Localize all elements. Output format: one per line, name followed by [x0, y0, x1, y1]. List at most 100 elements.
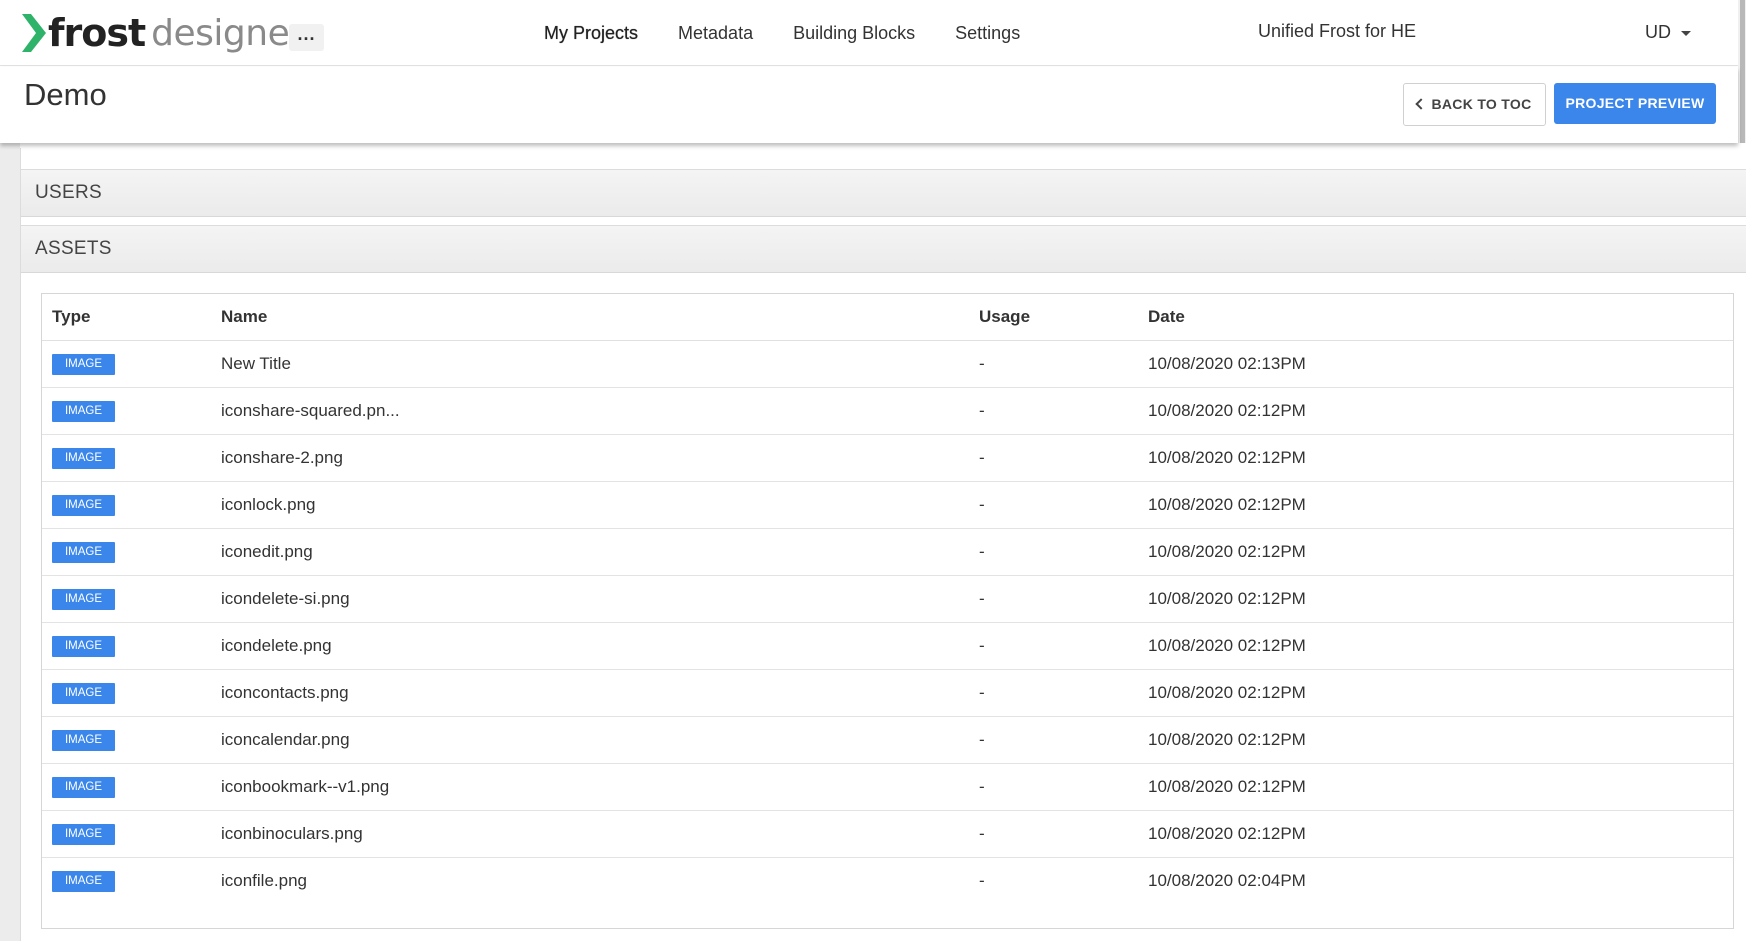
- asset-name[interactable]: icondelete-si.png: [211, 575, 969, 623]
- back-to-toc-button[interactable]: BACK TO TOC: [1403, 83, 1546, 126]
- type-badge: IMAGE: [52, 542, 115, 563]
- type-badge: IMAGE: [52, 589, 115, 610]
- logo-text-designer: designer: [151, 12, 304, 54]
- asset-name[interactable]: iconedit.png: [211, 528, 969, 576]
- type-cell: IMAGE: [42, 763, 211, 811]
- asset-date: 10/08/2020 02:12PM: [1138, 810, 1733, 858]
- col-header-usage[interactable]: Usage: [969, 294, 1138, 341]
- type-cell: IMAGE: [42, 434, 211, 482]
- asset-usage: -: [979, 870, 985, 890]
- logo-chevron-icon: [22, 14, 46, 52]
- main-nav: My Projects Metadata Building Blocks Set…: [544, 20, 1060, 46]
- asset-usage: -: [969, 481, 1138, 529]
- user-initials: UD: [1645, 22, 1671, 42]
- page-header: Demo BACK TO TOC PROJECT PREVIEW: [0, 67, 1738, 143]
- nav-metadata[interactable]: Metadata: [678, 20, 753, 46]
- table-row[interactable]: IMAGE iconedit.png -10/08/2020 02:12PM: [42, 528, 1733, 576]
- table-row[interactable]: IMAGE iconlock.png -10/08/2020 02:12PM: [42, 481, 1733, 529]
- asset-name[interactable]: iconlock.png: [211, 481, 969, 529]
- asset-name[interactable]: icondelete.png: [211, 622, 969, 670]
- nav-building-blocks[interactable]: Building Blocks: [793, 20, 915, 46]
- type-cell: IMAGE: [42, 622, 211, 670]
- asset-date: 10/08/2020 02:12PM: [1138, 387, 1733, 435]
- asset-date: 10/08/2020 02:12PM: [1138, 716, 1733, 764]
- more-menu-button[interactable]: ...: [289, 24, 324, 51]
- type-cell: IMAGE: [42, 575, 211, 623]
- frost-designer-logo[interactable]: frost designer: [22, 6, 304, 60]
- table-row[interactable]: IMAGE iconshare-squared.pn... -10/08/2020 …: [42, 387, 1733, 435]
- type-cell: IMAGE: [42, 857, 211, 904]
- type-badge: IMAGE: [52, 871, 115, 893]
- asset-name[interactable]: iconcalendar.png: [211, 716, 969, 764]
- type-badge: IMAGE: [52, 636, 115, 657]
- asset-date: 10/08/2020 02:04PM: [1148, 870, 1306, 890]
- col-header-type[interactable]: Type: [42, 294, 211, 341]
- asset-name[interactable]: iconbookmark--v1.png: [211, 763, 969, 811]
- left-gutter: [0, 143, 20, 941]
- top-navbar: frost designer ... My Projects Metadata …: [0, 0, 1738, 66]
- asset-usage: -: [969, 434, 1138, 482]
- table-header-row: Type Name Usage Date: [42, 294, 1733, 341]
- assets-section-title: ASSETS: [35, 238, 112, 259]
- asset-usage: -: [969, 669, 1138, 717]
- type-cell: IMAGE: [42, 528, 211, 576]
- organization-name[interactable]: Unified Frost for HE: [1258, 18, 1416, 44]
- assets-table: Type Name Usage Date IMAGE New Title -10/0…: [42, 294, 1733, 904]
- project-preview-button[interactable]: PROJECT PREVIEW: [1554, 83, 1716, 124]
- asset-usage: -: [969, 810, 1138, 858]
- asset-usage: -: [969, 387, 1138, 435]
- table-row[interactable]: IMAGE New Title -10/08/2020 02:13PM: [42, 340, 1733, 388]
- type-cell: IMAGE: [42, 387, 211, 435]
- asset-name[interactable]: iconcontacts.png: [211, 669, 969, 717]
- type-cell: IMAGE: [42, 481, 211, 529]
- asset-usage: -: [969, 575, 1138, 623]
- type-badge: IMAGE: [52, 495, 115, 516]
- asset-usage: -: [969, 528, 1138, 576]
- scrollbar-thumb[interactable]: [1740, 0, 1745, 143]
- type-badge: IMAGE: [52, 730, 115, 751]
- asset-name[interactable]: iconfile.png: [211, 857, 969, 904]
- users-section-title: USERS: [35, 182, 102, 203]
- page-title: Demo: [24, 77, 107, 112]
- nav-settings[interactable]: Settings: [955, 20, 1020, 46]
- nav-my-projects[interactable]: My Projects: [544, 20, 638, 46]
- assets-section-header[interactable]: ASSETS: [21, 225, 1746, 273]
- table-row[interactable]: IMAGE iconcalendar.png -10/08/2020 02:12PM: [42, 716, 1733, 764]
- users-section-header[interactable]: USERS: [21, 169, 1746, 217]
- type-cell: IMAGE: [42, 810, 211, 858]
- table-row[interactable]: IMAGE icondelete-si.png -10/08/2020 02:12P…: [42, 575, 1733, 623]
- asset-date: 10/08/2020 02:12PM: [1138, 528, 1733, 576]
- back-to-toc-label: BACK TO TOC: [1431, 96, 1532, 112]
- asset-date: 10/08/2020 02:12PM: [1138, 763, 1733, 811]
- asset-name[interactable]: iconshare-squared.pn...: [211, 387, 969, 435]
- chevron-left-icon: [1415, 98, 1428, 110]
- asset-name[interactable]: iconshare-2.png: [211, 434, 969, 482]
- table-row[interactable]: IMAGE icondelete.png -10/08/2020 02:12PM: [42, 622, 1733, 670]
- col-header-date[interactable]: Date: [1138, 294, 1733, 341]
- type-badge: IMAGE: [52, 401, 115, 422]
- type-badge: IMAGE: [52, 777, 115, 798]
- asset-name[interactable]: iconbinoculars.png: [211, 810, 969, 858]
- assets-table-container: Type Name Usage Date IMAGE New Title -10/0…: [41, 293, 1734, 929]
- col-header-name[interactable]: Name: [211, 294, 969, 341]
- asset-date: 10/08/2020 02:12PM: [1138, 434, 1733, 482]
- main-panel: USERS ASSETS Type Name Usage Date IMAGE N…: [20, 148, 1746, 941]
- asset-date: 10/08/2020 02:12PM: [1138, 481, 1733, 529]
- asset-date: 10/08/2020 02:12PM: [1138, 575, 1733, 623]
- asset-usage: -: [969, 716, 1138, 764]
- type-badge: IMAGE: [52, 683, 115, 704]
- user-menu[interactable]: UD: [1645, 19, 1691, 45]
- caret-down-icon: [1681, 30, 1691, 36]
- type-cell: IMAGE: [42, 716, 211, 764]
- type-cell: IMAGE: [42, 340, 211, 388]
- asset-usage: -: [969, 622, 1138, 670]
- type-badge: IMAGE: [52, 824, 115, 845]
- table-row[interactable]: IMAGE iconfile.png - 10/08/2020 02:04PM: [42, 857, 1733, 904]
- table-row[interactable]: IMAGE iconbookmark--v1.png -10/08/2020 02:…: [42, 763, 1733, 811]
- type-cell: IMAGE: [42, 669, 211, 717]
- logo-text-frost: frost: [48, 11, 146, 55]
- table-row[interactable]: IMAGE iconbinoculars.png -10/08/2020 02:12…: [42, 810, 1733, 858]
- asset-name[interactable]: New Title: [211, 340, 969, 388]
- table-row[interactable]: IMAGE iconshare-2.png -10/08/2020 02:12PM: [42, 434, 1733, 482]
- table-row[interactable]: IMAGE iconcontacts.png -10/08/2020 02:12PM: [42, 669, 1733, 717]
